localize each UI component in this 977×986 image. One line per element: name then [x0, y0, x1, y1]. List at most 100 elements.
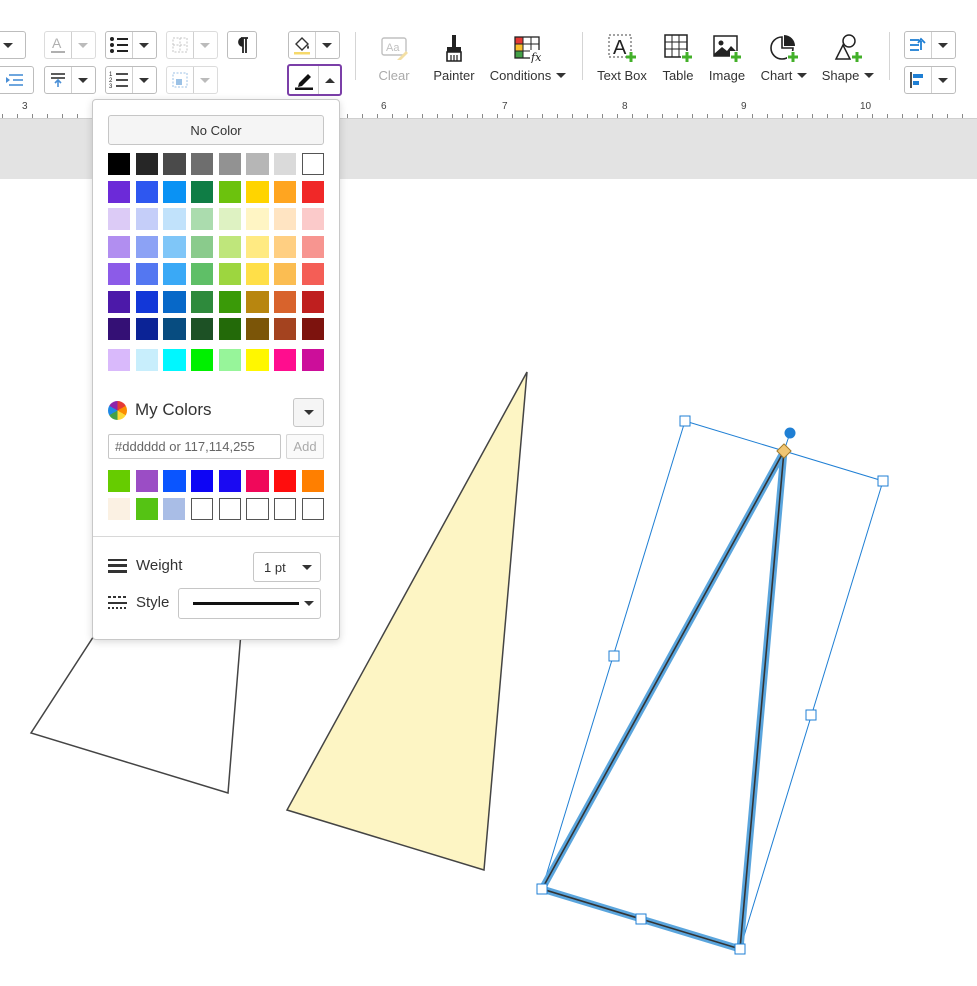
- color-swatch[interactable]: [163, 290, 186, 313]
- color-swatch[interactable]: [108, 263, 131, 285]
- color-swatch[interactable]: [163, 470, 186, 492]
- color-swatch[interactable]: [163, 318, 186, 340]
- color-swatch[interactable]: [191, 263, 214, 285]
- rotate-handle[interactable]: [784, 427, 796, 439]
- color-swatch[interactable]: [274, 153, 297, 175]
- resize-handle[interactable]: [679, 415, 691, 427]
- color-swatch[interactable]: [135, 318, 158, 340]
- color-swatch[interactable]: [135, 497, 158, 520]
- color-swatch[interactable]: [274, 180, 297, 203]
- color-swatch[interactable]: [218, 180, 241, 203]
- color-swatch[interactable]: [274, 235, 297, 258]
- color-swatch[interactable]: [301, 180, 324, 203]
- color-swatch[interactable]: [135, 290, 158, 313]
- color-swatch[interactable]: [108, 290, 131, 313]
- my-colors-title: My Colors: [135, 400, 212, 419]
- swatch-row: [108, 235, 324, 258]
- color-swatch[interactable]: [218, 153, 241, 175]
- add-color-button[interactable]: Add: [286, 434, 324, 459]
- color-swatch[interactable]: [108, 235, 131, 258]
- color-swatch[interactable]: [108, 497, 131, 520]
- color-swatch[interactable]: [274, 208, 297, 230]
- color-swatch[interactable]: [218, 235, 241, 258]
- color-swatch[interactable]: [246, 349, 269, 371]
- color-swatch[interactable]: [301, 349, 324, 371]
- color-swatch[interactable]: [108, 470, 131, 492]
- line-style-icon: [108, 595, 127, 609]
- color-swatch[interactable]: [246, 180, 269, 203]
- color-swatch[interactable]: [108, 180, 131, 203]
- color-swatch[interactable]: [246, 470, 269, 492]
- color-swatch[interactable]: [108, 208, 131, 230]
- color-swatch[interactable]: [301, 263, 324, 285]
- color-swatch[interactable]: [163, 263, 186, 285]
- color-swatch[interactable]: [274, 349, 297, 371]
- color-swatch[interactable]: [163, 235, 186, 258]
- color-swatch[interactable]: [191, 318, 214, 340]
- color-swatch[interactable]: [191, 349, 214, 371]
- color-swatch[interactable]: [246, 235, 269, 258]
- resize-handle[interactable]: [608, 650, 620, 662]
- color-swatch[interactable]: [301, 153, 325, 175]
- color-swatch[interactable]: [246, 153, 269, 175]
- resize-handle[interactable]: [635, 913, 647, 925]
- color-swatch[interactable]: [191, 290, 214, 313]
- color-swatch[interactable]: [135, 235, 158, 258]
- color-swatch[interactable]: [135, 180, 158, 203]
- color-swatch[interactable]: [163, 349, 186, 371]
- chevron-down-icon: [302, 564, 312, 570]
- color-swatch[interactable]: [218, 263, 241, 285]
- swatch-row: [108, 470, 324, 492]
- weight-dropdown[interactable]: 1 pt: [253, 552, 321, 582]
- weight-label: Weight: [136, 557, 183, 574]
- color-swatch[interactable]: [108, 153, 131, 175]
- color-swatch[interactable]: [108, 349, 131, 371]
- color-swatch[interactable]: [135, 470, 158, 492]
- color-swatch[interactable]: [274, 318, 297, 340]
- color-swatch[interactable]: [274, 263, 297, 285]
- color-swatch[interactable]: [191, 153, 214, 175]
- color-swatch[interactable]: [218, 290, 241, 313]
- color-swatch[interactable]: [191, 470, 214, 492]
- empty-swatch: [301, 497, 324, 520]
- color-swatch[interactable]: [135, 153, 158, 175]
- no-color-button[interactable]: No Color: [108, 115, 324, 145]
- swatch-row: [108, 180, 324, 203]
- color-swatch[interactable]: [218, 349, 241, 371]
- color-swatch[interactable]: [135, 263, 158, 285]
- color-swatch[interactable]: [246, 290, 269, 313]
- color-swatch[interactable]: [135, 349, 158, 371]
- color-swatch[interactable]: [274, 290, 297, 313]
- color-swatch[interactable]: [301, 235, 324, 258]
- color-swatch[interactable]: [108, 318, 131, 340]
- color-swatch[interactable]: [246, 318, 269, 340]
- color-swatch[interactable]: [301, 318, 324, 340]
- color-swatch[interactable]: [135, 208, 158, 230]
- color-swatch[interactable]: [301, 290, 324, 313]
- color-swatch[interactable]: [218, 470, 241, 492]
- color-swatch[interactable]: [191, 180, 214, 203]
- color-swatch[interactable]: [163, 153, 186, 175]
- solid-line-preview: [193, 602, 299, 605]
- color-swatch[interactable]: [163, 180, 186, 203]
- line-style-dropdown[interactable]: [178, 588, 321, 619]
- color-swatch[interactable]: [163, 208, 186, 230]
- color-wheel-icon: [108, 400, 127, 420]
- color-swatch[interactable]: [191, 235, 214, 258]
- color-swatch[interactable]: [274, 470, 297, 492]
- color-swatch[interactable]: [301, 208, 324, 230]
- resize-handle[interactable]: [536, 883, 548, 895]
- my-colors-dropdown[interactable]: [293, 398, 324, 427]
- resize-handle[interactable]: [734, 943, 746, 955]
- color-swatch[interactable]: [218, 318, 241, 340]
- color-swatch[interactable]: [246, 208, 269, 230]
- color-swatch[interactable]: [163, 497, 186, 520]
- resize-handle[interactable]: [805, 709, 817, 721]
- color-swatch[interactable]: [246, 263, 269, 285]
- color-swatch[interactable]: [301, 470, 324, 492]
- color-swatch[interactable]: [218, 208, 241, 230]
- resize-handle[interactable]: [877, 475, 889, 487]
- hex-color-input[interactable]: [108, 434, 281, 459]
- swatch-row: [108, 263, 324, 285]
- color-swatch[interactable]: [191, 208, 214, 230]
